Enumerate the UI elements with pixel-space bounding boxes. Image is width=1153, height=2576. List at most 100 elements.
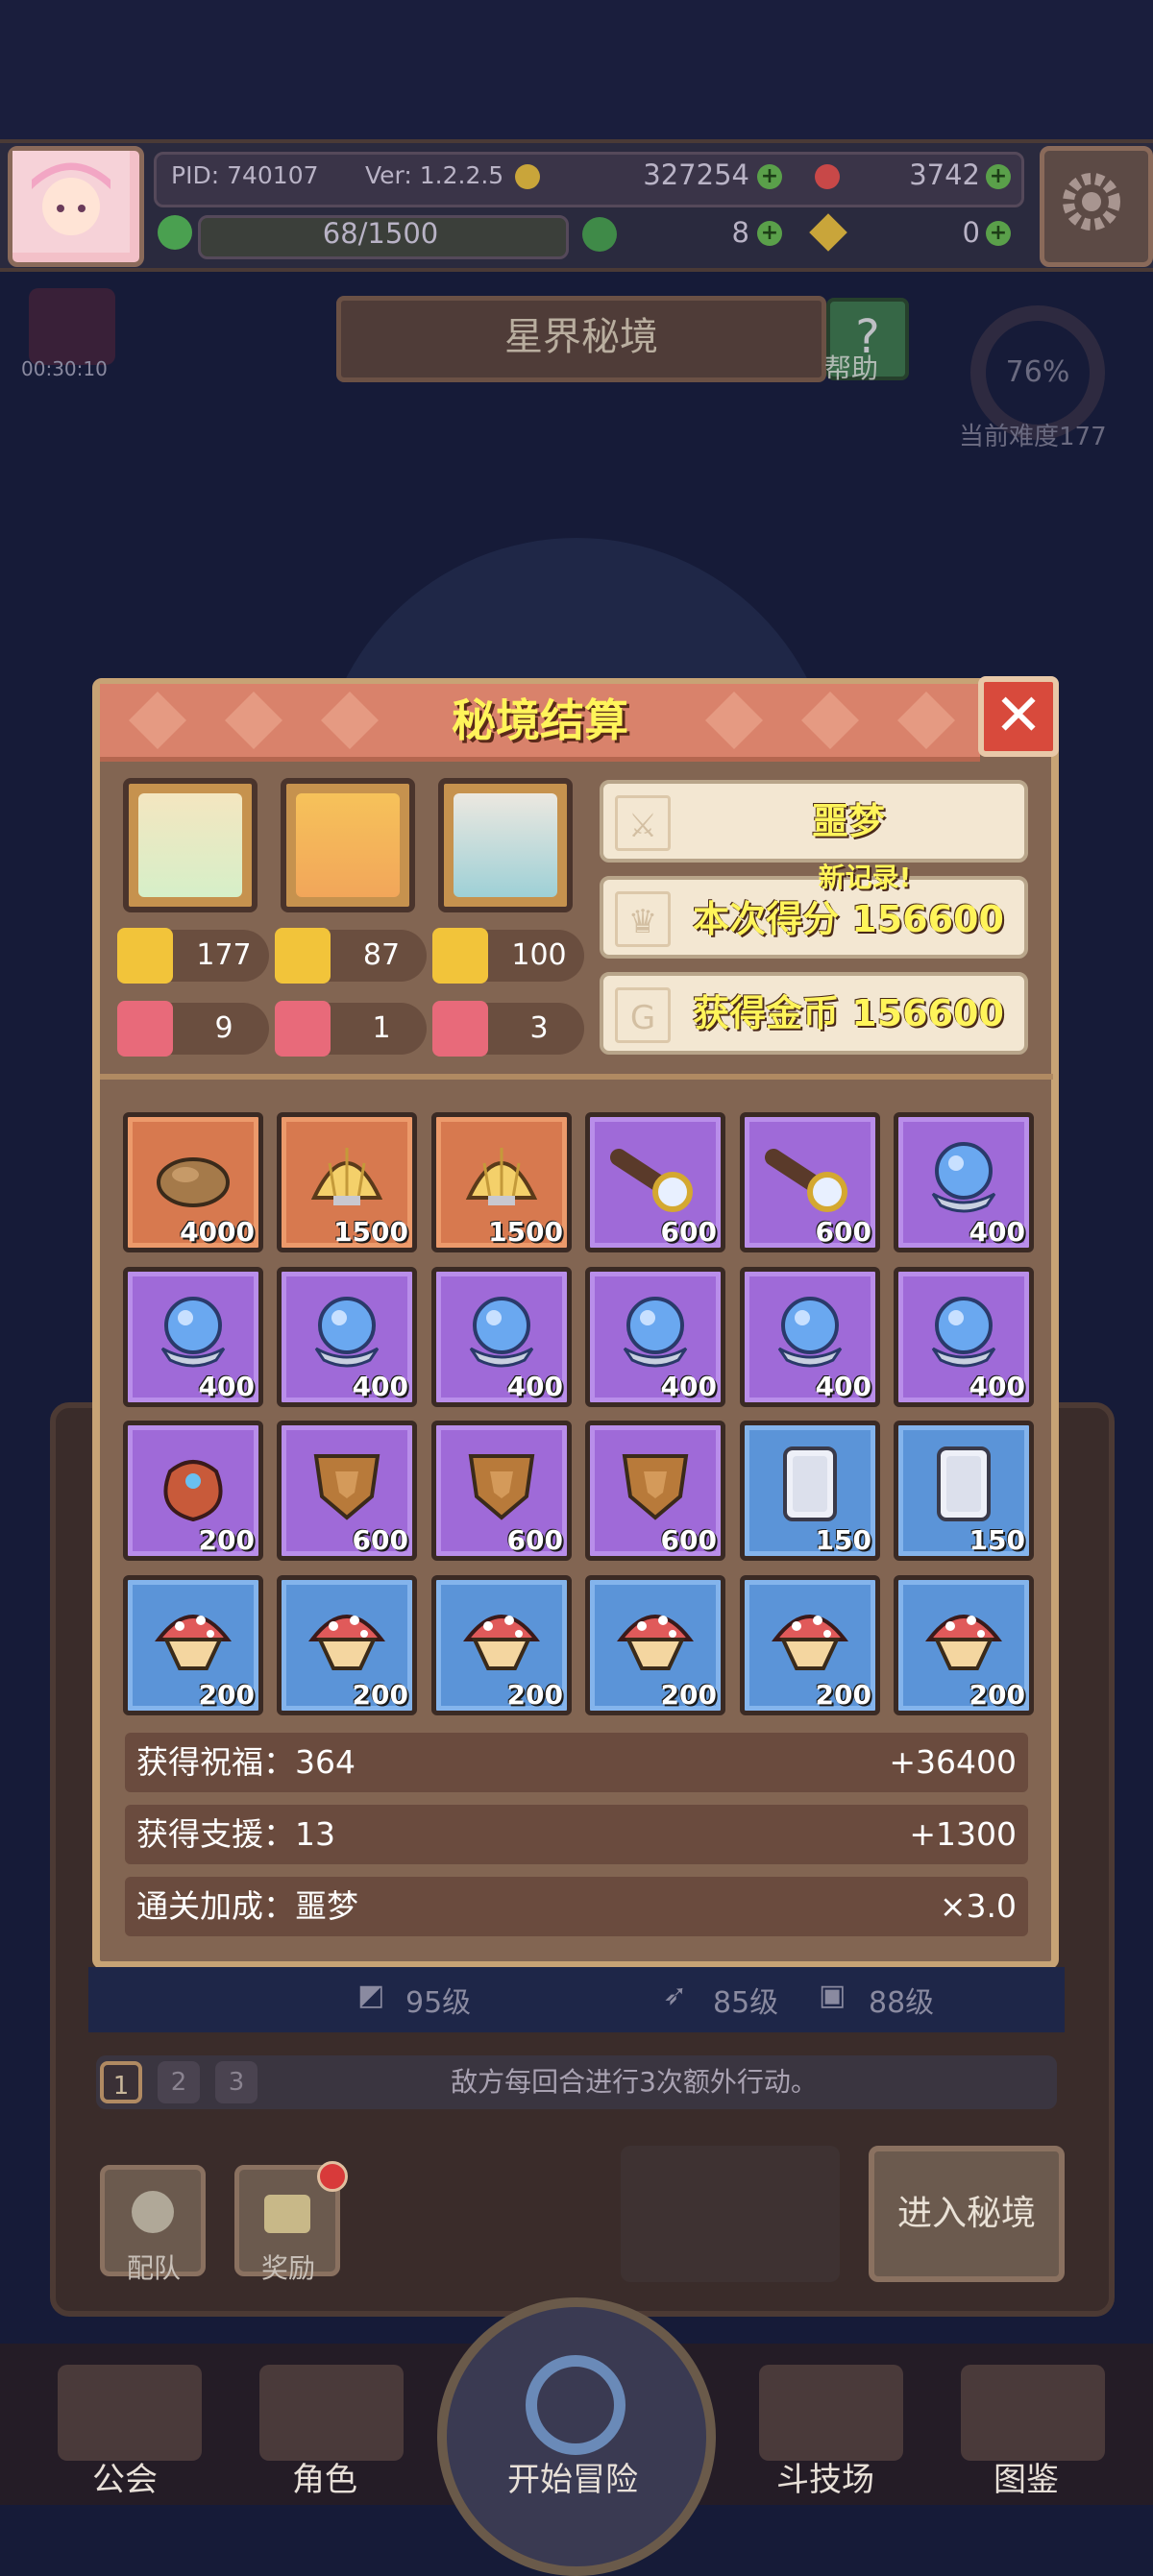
crystal-orb-icon [314, 1297, 380, 1368]
reward-item[interactable]: 600 [585, 1112, 725, 1252]
key-count: 0 [962, 216, 980, 249]
treasure-bag-icon [163, 1460, 223, 1522]
reward-item[interactable]: 600 [431, 1421, 572, 1561]
reward-item[interactable]: 400 [894, 1267, 1034, 1407]
reward-quantity: 200 [198, 1524, 255, 1556]
magnifier-icon [526, 2355, 626, 2455]
reward-item[interactable]: 1500 [431, 1112, 572, 1252]
reward-quantity: 200 [815, 1679, 871, 1711]
reward-item[interactable]: 400 [740, 1267, 880, 1407]
summary-row-blessing: 获得祝福：364 +36400 [125, 1733, 1028, 1792]
sword-icon: ⚔ [615, 795, 671, 851]
level-b: 85级 [713, 1986, 779, 2020]
add-gems-icon[interactable]: + [986, 164, 1011, 189]
spyglass-icon [610, 1149, 693, 1212]
hero-1-power: 177 [117, 928, 269, 984]
codex-book-icon[interactable] [961, 2365, 1105, 2461]
empty-slot [621, 2146, 840, 2282]
crystal-orb-icon [931, 1297, 996, 1368]
gear-icon [1063, 173, 1120, 231]
hero-2-level: 1 [275, 1001, 427, 1057]
reward-label: 奖励 [261, 2252, 316, 2284]
clover-count: 8 [731, 216, 749, 249]
reward-item[interactable]: 200 [123, 1421, 263, 1561]
reward-item[interactable]: 150 [740, 1421, 880, 1561]
shield-level-icon: ▣ [819, 1979, 846, 2012]
reward-item[interactable]: 600 [277, 1421, 417, 1561]
bear-head-icon [275, 1001, 331, 1057]
reward-quantity: 200 [198, 1679, 255, 1711]
mushroom-icon [154, 1615, 233, 1670]
reward-item[interactable]: 400 [894, 1112, 1034, 1252]
close-button[interactable]: ✕ [978, 676, 1059, 757]
player-id: PID: 740107 [171, 161, 319, 189]
reward-quantity: 150 [815, 1524, 871, 1556]
boot-level-icon: ➶ [663, 1979, 688, 2012]
add-clover-icon[interactable]: + [757, 221, 782, 246]
page-tab-3[interactable]: 3 [215, 2061, 258, 2103]
mushroom-icon [616, 1615, 695, 1670]
nav-start-adventure[interactable]: 开始冒险 [507, 2453, 638, 2500]
coins-text: 获得金币 156600 [693, 992, 1004, 1034]
hero-portrait-2[interactable] [281, 778, 415, 912]
nav-arena[interactable]: 斗技场 [776, 2453, 874, 2500]
ore-rock-icon [157, 1157, 230, 1207]
reward-item[interactable]: 600 [740, 1112, 880, 1252]
coin-g-icon: G [615, 987, 671, 1043]
reward-quantity: 1500 [488, 1216, 563, 1248]
gold-coin-icon [515, 164, 540, 189]
reward-item[interactable]: 400 [585, 1267, 725, 1407]
level-c: 88级 [869, 1986, 935, 2020]
reward-item[interactable]: 200 [431, 1575, 572, 1715]
add-keys-icon[interactable]: + [986, 221, 1011, 246]
arena-swords-icon[interactable] [759, 2365, 903, 2461]
reward-item[interactable]: 400 [277, 1267, 417, 1407]
reward-item[interactable]: 200 [585, 1575, 725, 1715]
reward-item[interactable]: 150 [894, 1421, 1034, 1561]
crystal-orb-icon [931, 1142, 996, 1213]
red-gem-icon [815, 164, 840, 189]
coins-box: G 获得金币 156600 [600, 972, 1028, 1055]
reward-item[interactable]: 4000 [123, 1112, 263, 1252]
character-icon[interactable] [259, 2365, 404, 2461]
stamina-value: 68/1500 [322, 217, 439, 250]
reward-quantity: 600 [815, 1216, 871, 1248]
nav-codex[interactable]: 图鉴 [994, 2453, 1059, 2500]
reward-quantity: 1500 [333, 1216, 408, 1248]
crystal-orb-icon [160, 1297, 226, 1368]
nav-characters[interactable]: 角色 [292, 2453, 357, 2500]
add-gold-icon[interactable]: + [757, 164, 782, 189]
reward-item[interactable]: 200 [123, 1575, 263, 1715]
reward-item[interactable]: 200 [740, 1575, 880, 1715]
reward-item[interactable]: 600 [585, 1421, 725, 1561]
reward-quantity: 200 [352, 1679, 408, 1711]
settings-button[interactable] [1040, 146, 1153, 267]
close-icon: ✕ [994, 682, 1043, 749]
reward-item[interactable]: 1500 [277, 1112, 417, 1252]
help-label: 帮助 [824, 352, 879, 384]
page-tab-1[interactable]: 1 [100, 2061, 142, 2103]
trophy-icon [432, 928, 488, 984]
nav-guild[interactable]: 公会 [92, 2453, 158, 2500]
page-tab-2[interactable]: 2 [158, 2061, 200, 2103]
reward-quantity: 400 [815, 1371, 871, 1402]
start-adventure-button[interactable] [437, 2297, 716, 2576]
player-avatar[interactable] [8, 146, 144, 267]
gem-amount: 3742 [909, 158, 980, 191]
reward-item[interactable]: 400 [431, 1267, 572, 1407]
enter-realm-button[interactable]: 进入秘境 [869, 2146, 1065, 2282]
guild-icon[interactable] [58, 2365, 202, 2461]
reward-item[interactable]: 200 [894, 1575, 1034, 1715]
mushroom-icon [307, 1615, 386, 1670]
clover-stamina-icon [158, 215, 192, 250]
reward-item[interactable]: 200 [277, 1575, 417, 1715]
game-version: Ver: 1.2.2.5 [365, 161, 504, 189]
hero-portrait-1[interactable] [123, 778, 258, 912]
spyglass-icon [765, 1149, 847, 1212]
reward-quantity: 400 [969, 1216, 1025, 1248]
gift-box-icon[interactable] [29, 288, 115, 365]
hero-portrait-3[interactable] [438, 778, 573, 912]
level-a: 95级 [405, 1986, 472, 2020]
hero-2-power: 87 [275, 928, 427, 984]
reward-item[interactable]: 400 [123, 1267, 263, 1407]
